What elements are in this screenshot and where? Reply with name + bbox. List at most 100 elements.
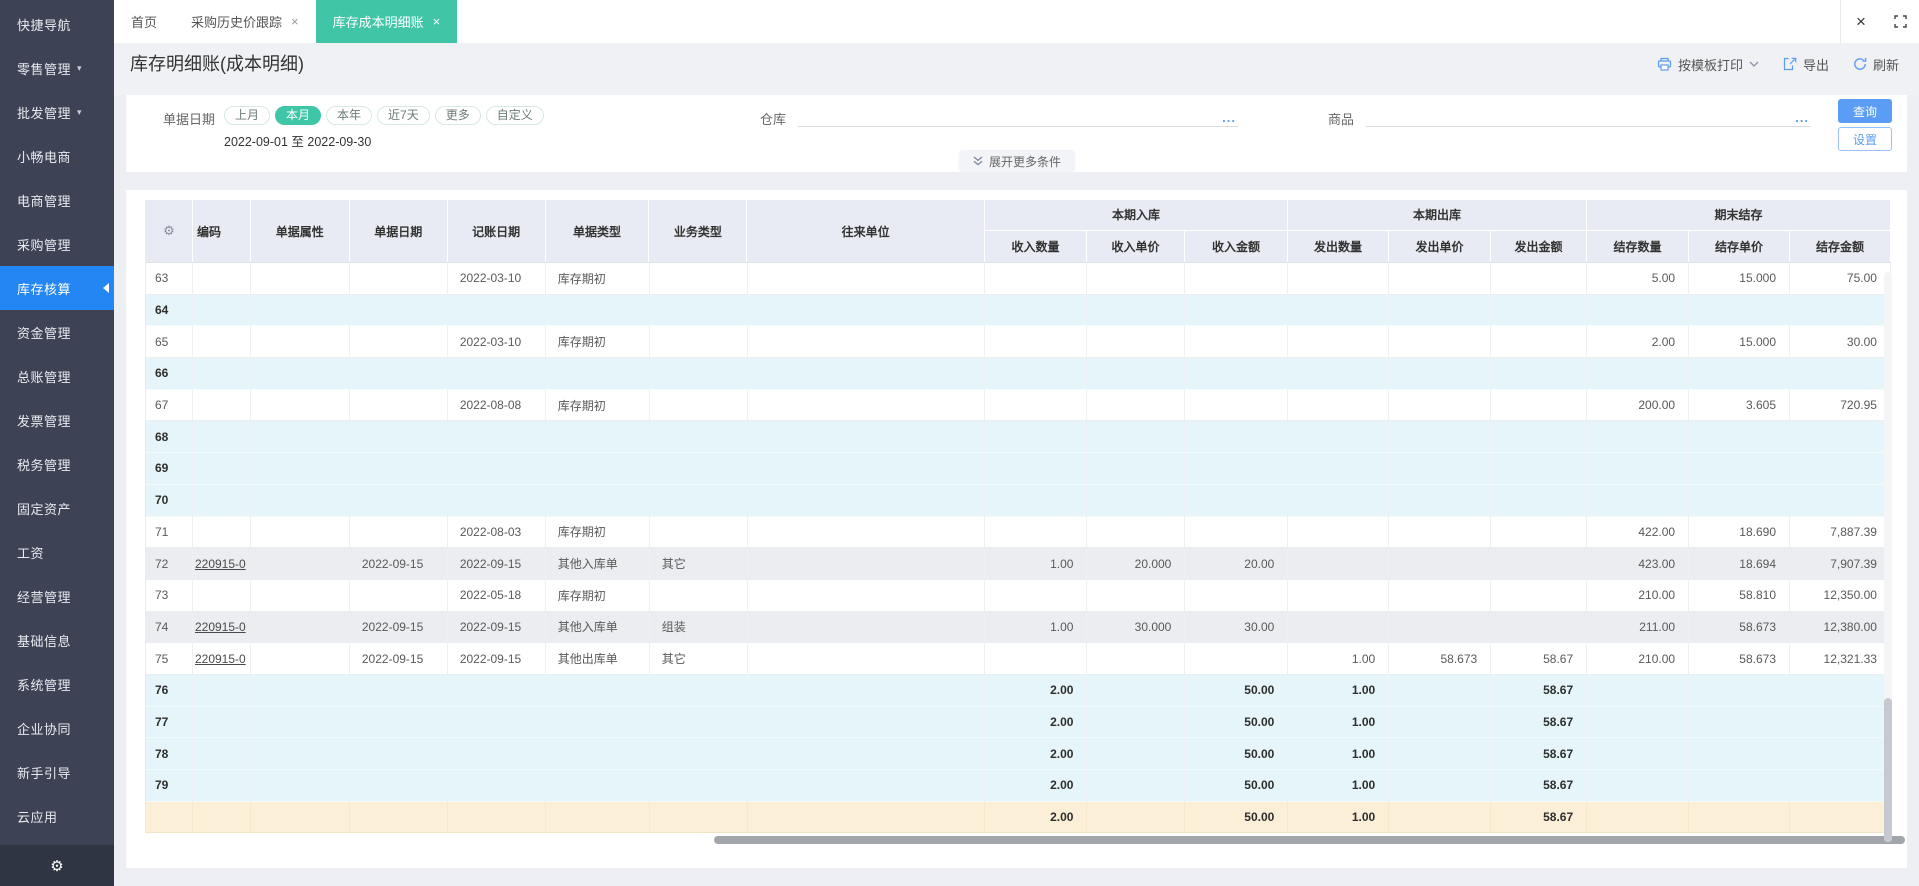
cell-partner	[747, 611, 986, 644]
cell-out_price	[1389, 263, 1492, 295]
sidebar-item-12[interactable]: 工资	[0, 530, 114, 574]
close-icon[interactable]: ×	[1841, 12, 1881, 32]
print-by-template-button[interactable]: 按模板打印	[1657, 55, 1759, 74]
column-settings-icon[interactable]: ⚙	[163, 223, 175, 239]
warehouse-input[interactable]: ...	[798, 105, 1238, 127]
sidebar-item-4[interactable]: 电商管理	[0, 178, 114, 222]
header-cell-out_amt: 发出金额	[1491, 231, 1588, 262]
sidebar-item-7[interactable]: 资金管理	[0, 310, 114, 354]
cell-book_date: 2022-05-18	[447, 579, 546, 612]
cell-bal_amt: 720.95	[1790, 389, 1891, 422]
cell-in_amt: 50.00	[1185, 738, 1289, 770]
sidebar-item-15[interactable]: 系统管理	[0, 662, 114, 706]
header-cell-biz_type: 业务类型	[649, 200, 748, 262]
cell-num: 75	[146, 643, 193, 675]
sidebar-item-18[interactable]: 云应用	[0, 794, 114, 838]
refresh-button[interactable]: 刷新	[1853, 55, 1899, 74]
tab-0[interactable]: 首页	[114, 0, 174, 43]
date-pill-3[interactable]: 近7天	[377, 106, 430, 125]
query-button[interactable]: 查询	[1838, 99, 1892, 123]
warehouse-picker-ellipsis-icon[interactable]: ...	[1222, 111, 1236, 124]
tab-close-icon[interactable]: ×	[291, 15, 299, 28]
cell-in_price	[1087, 263, 1186, 295]
date-range-value[interactable]: 2022-09-01 至 2022-09-30	[224, 131, 371, 150]
sidebar-item-0[interactable]: 快捷导航	[0, 2, 114, 46]
table-row-8[interactable]: 71 2022-08-03 库存期初 422.00 18.690 7,887.39	[146, 516, 1891, 549]
sidebar-item-1[interactable]: 零售管理 ▾	[0, 46, 114, 90]
export-button[interactable]: 导出	[1783, 55, 1829, 74]
expand-more-button[interactable]: 展开更多条件	[957, 150, 1076, 172]
cell-bal_amt	[1790, 674, 1891, 707]
tab-close-icon[interactable]: ×	[433, 15, 441, 28]
document-link[interactable]: 220915-0	[195, 557, 246, 571]
date-pill-2[interactable]: 本年	[326, 106, 373, 125]
table-row-13[interactable]: 76 2.00 50.00 1.00 58.67	[146, 674, 1891, 707]
sidebar-item-11[interactable]: 固定资产	[0, 486, 114, 530]
table-row-16[interactable]: 79 2.00 50.00 1.00 58.67	[146, 770, 1891, 802]
cell-out_qty	[1288, 579, 1390, 612]
table-row-1[interactable]: 64	[146, 294, 1891, 327]
table-row-17[interactable]: 2.00 50.00 1.00 58.67	[146, 801, 1891, 834]
table-row-14[interactable]: 77 2.00 50.00 1.00 58.67	[146, 706, 1891, 739]
cell-in_amt: 50.00	[1185, 770, 1289, 802]
table-row-10[interactable]: 73 2022-05-18 库存期初 210.00 58.810 12,350.00	[146, 579, 1891, 612]
table-row-3[interactable]: 66	[146, 358, 1891, 390]
table-row-15[interactable]: 78 2.00 50.00 1.00 58.67	[146, 738, 1891, 770]
sidebar-item-3[interactable]: 小畅电商	[0, 134, 114, 178]
fullscreen-icon[interactable]	[1881, 15, 1919, 28]
sidebar-item-16[interactable]: 企业协同	[0, 706, 114, 750]
chevron-down-icon[interactable]	[1749, 61, 1759, 67]
cell-num: 79	[146, 770, 193, 802]
table-row-0[interactable]: 63 2022-03-10 库存期初 5.00 15.000 75.00	[146, 263, 1891, 295]
cell-attr	[250, 706, 350, 739]
sidebar-item-10[interactable]: 税务管理	[0, 442, 114, 486]
cell-in_amt	[1185, 484, 1289, 517]
cell-bal_qty	[1587, 674, 1690, 707]
product-input[interactable]: ...	[1366, 105, 1811, 127]
date-pill-5[interactable]: 自定义	[485, 106, 544, 125]
cell-out_qty: 1.00	[1288, 706, 1390, 739]
sidebar-item-2[interactable]: 批发管理 ▾	[0, 90, 114, 134]
table-row-2[interactable]: 65 2022-03-10 库存期初 2.00 15.000 30.00	[146, 326, 1891, 359]
table-row-4[interactable]: 67 2022-08-08 库存期初 200.00 3.605 720.95	[146, 389, 1891, 422]
tab-2[interactable]: 库存成本明细账 ×	[315, 0, 458, 43]
sidebar-item-17[interactable]: 新手引导	[0, 750, 114, 794]
date-pill-1[interactable]: 本月	[275, 106, 322, 125]
sidebar-item-9[interactable]: 发票管理	[0, 398, 114, 442]
product-picker-ellipsis-icon[interactable]: ...	[1795, 111, 1809, 124]
sidebar-item-label: 资金管理	[17, 325, 72, 341]
sidebar-item-label: 税务管理	[17, 457, 72, 473]
sidebar-item-label: 云应用	[17, 809, 58, 825]
sidebar-item-label: 快捷导航	[17, 17, 72, 33]
table-row-5[interactable]: 68	[146, 421, 1891, 454]
double-chevron-down-icon	[972, 156, 983, 166]
cell-doc_date	[349, 294, 448, 327]
document-link[interactable]: 220915-0	[195, 620, 246, 634]
vertical-scrollbar-thumb[interactable]	[1884, 698, 1892, 842]
sidebar-item-6[interactable]: 库存核算	[0, 266, 114, 310]
sidebar-item-5[interactable]: 采购管理	[0, 222, 114, 266]
gear-icon[interactable]: ⚙	[50, 857, 63, 875]
sidebar-item-8[interactable]: 总账管理	[0, 354, 114, 398]
header-group-cols: 结存数量 结存单价 结存金额	[1587, 231, 1892, 262]
table-row-11[interactable]: 74 220915-0 2022-09-15 2022-09-15 其他入库单 组装 1.0…	[146, 611, 1891, 644]
tab-bar: 首页 采购历史价跟踪 × 库存成本明细账 × ×	[114, 0, 1919, 43]
cell-biz_type	[649, 770, 748, 802]
table-row-12[interactable]: 75 220915-0 2022-09-15 2022-09-15 其他出库单 其它 1.0…	[146, 643, 1891, 675]
table-row-7[interactable]: 70	[146, 484, 1891, 517]
date-pill-4[interactable]: 更多	[434, 106, 481, 125]
table-row-6[interactable]: 69	[146, 453, 1891, 485]
table-row-9[interactable]: 72 220915-0 2022-09-15 2022-09-15 其他入库单 其它 1.0…	[146, 548, 1891, 580]
sidebar-item-13[interactable]: 经营管理	[0, 574, 114, 618]
document-link[interactable]: 220915-0	[195, 652, 246, 666]
cell-in_qty: 2.00	[985, 706, 1088, 739]
date-pill-0[interactable]: 上月	[224, 106, 271, 125]
cell-bal_qty	[1587, 706, 1690, 739]
sidebar-item-14[interactable]: 基础信息	[0, 618, 114, 662]
horizontal-scrollbar-thumb[interactable]	[714, 836, 1905, 844]
settings-button[interactable]: 设置	[1838, 127, 1892, 151]
cell-doc_date	[349, 263, 448, 295]
cell-code	[192, 421, 251, 454]
tab-1[interactable]: 采购历史价跟踪 ×	[174, 0, 316, 43]
cell-bal_price: 15.000	[1689, 326, 1790, 359]
